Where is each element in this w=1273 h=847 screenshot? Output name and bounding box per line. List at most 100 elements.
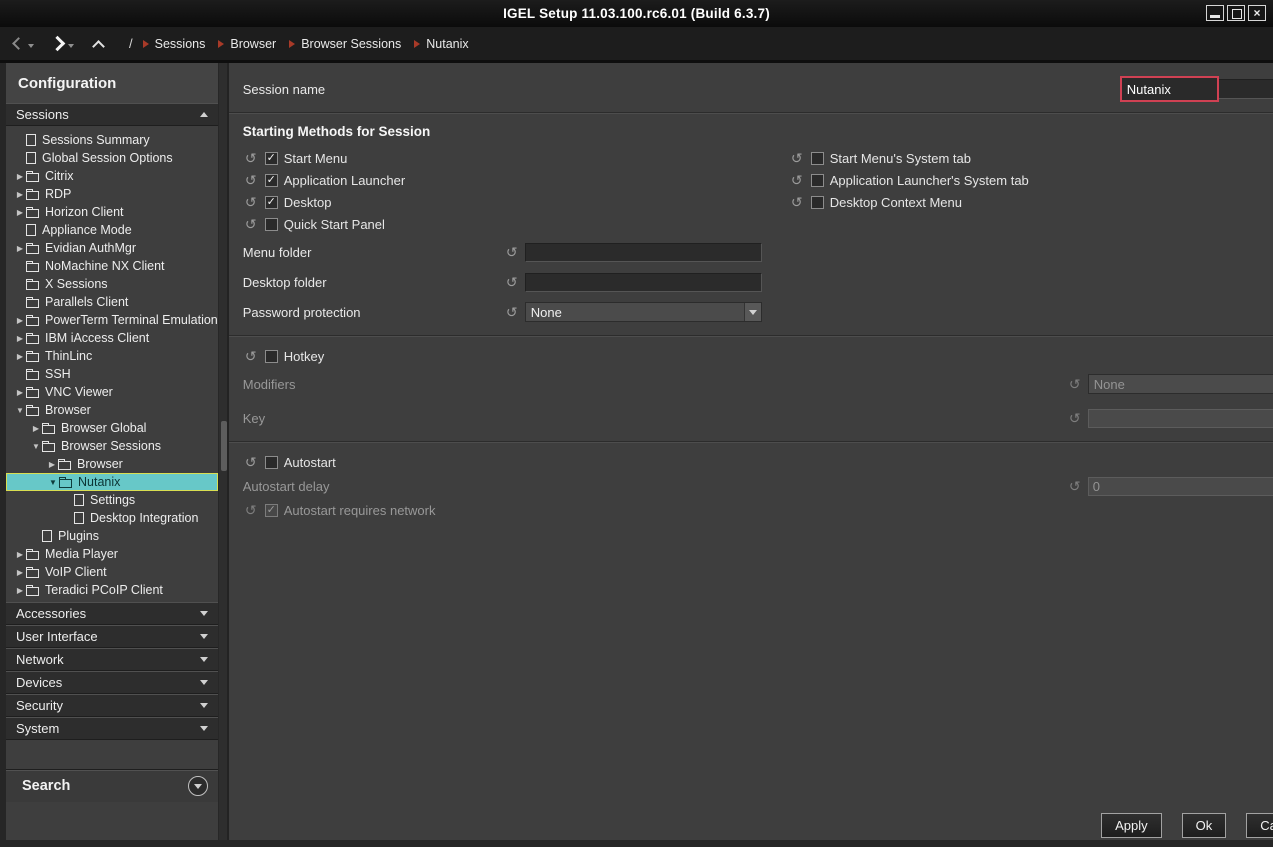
up-button[interactable] [94,39,103,48]
back-history-dropdown-icon[interactable] [28,44,34,48]
minimize-button[interactable] [1206,5,1224,21]
reset-icon[interactable]: ↺ [243,217,259,231]
tree-item[interactable]: Media Player [6,545,218,563]
scrollbar-track[interactable] [218,63,229,840]
sidebar-section[interactable]: User Interface [6,625,218,648]
reset-icon[interactable]: ↺ [504,275,520,289]
autostart-checkbox[interactable] [265,456,278,469]
sidebar-section[interactable]: System [6,717,218,740]
scrollbar-thumb[interactable] [221,421,227,471]
tree-item[interactable]: IBM iAccess Client [6,329,218,347]
expander-icon[interactable] [47,478,59,487]
hotkey-checkbox[interactable] [265,350,278,363]
menu-folder-input[interactable] [525,243,762,262]
forward-button[interactable] [52,38,63,49]
expander-icon[interactable] [14,316,26,325]
session-name-input[interactable]: Nutanix [1121,79,1273,99]
tree-item[interactable]: VNC Viewer [6,383,218,401]
checkbox[interactable] [811,174,824,187]
tree-item[interactable]: Browser Global [6,419,218,437]
tree-item[interactable]: Nutanix [6,473,218,491]
tree-item[interactable]: Teradici PCoIP Client [6,581,218,599]
search-expand-button[interactable] [188,776,208,796]
ok-button[interactable]: Ok [1182,813,1227,838]
expander-icon[interactable] [14,406,26,415]
expander-icon[interactable] [14,550,26,559]
expander-icon[interactable] [30,424,42,433]
sidebar-section[interactable]: Accessories [6,602,218,625]
tree-item[interactable]: Browser Sessions [6,437,218,455]
expander-icon[interactable] [14,352,26,361]
expander-icon[interactable] [14,172,26,181]
reset-icon[interactable]: ↺ [243,455,259,469]
chevron-down-icon[interactable] [744,303,761,321]
reset-icon[interactable]: ↺ [504,245,520,259]
expander-icon[interactable] [14,388,26,397]
expander-icon[interactable] [14,190,26,199]
checkbox[interactable] [811,152,824,165]
tree-item[interactable]: Plugins [6,527,218,545]
tree-item[interactable]: Citrix [6,167,218,185]
expander-icon[interactable] [14,334,26,343]
breadcrumb-item[interactable]: Browser Sessions [289,37,401,51]
checkbox[interactable] [811,196,824,209]
checkbox[interactable] [265,174,278,187]
reset-icon[interactable]: ↺ [243,173,259,187]
tree-item[interactable]: Global Session Options [6,149,218,167]
cancel-button[interactable]: Cancel [1246,813,1273,838]
tree-item[interactable]: PowerTerm Terminal Emulation [6,311,218,329]
reset-icon[interactable]: ↺ [1067,411,1083,425]
breadcrumb-item[interactable]: Nutanix [414,37,468,51]
tree-item[interactable]: Browser [6,401,218,419]
sidebar-section[interactable]: Network [6,648,218,671]
tree-item[interactable]: Parallels Client [6,293,218,311]
reset-icon[interactable]: ↺ [1067,479,1083,493]
key-input[interactable] [1088,409,1273,428]
autostart-requires-network-checkbox[interactable] [265,504,278,517]
tree-item[interactable]: Sessions Summary [6,131,218,149]
tree-item[interactable]: VoIP Client [6,563,218,581]
expander-icon[interactable] [14,208,26,217]
reset-icon[interactable]: ↺ [243,349,259,363]
forward-history-dropdown-icon[interactable] [68,44,74,48]
reset-icon[interactable]: ↺ [789,151,805,165]
checkbox[interactable] [265,196,278,209]
breadcrumb-item[interactable]: Browser [218,37,276,51]
tree-item[interactable]: Browser [6,455,218,473]
close-button[interactable]: × [1248,5,1266,21]
breadcrumb-item[interactable]: Sessions [143,37,206,51]
expander-icon[interactable] [14,244,26,253]
password-protection-select[interactable]: None [525,302,762,322]
expander-icon[interactable] [14,568,26,577]
reset-icon[interactable]: ↺ [1067,377,1083,391]
reset-icon[interactable]: ↺ [243,195,259,209]
tree-item[interactable]: ThinLinc [6,347,218,365]
checkbox[interactable] [265,152,278,165]
reset-icon[interactable]: ↺ [789,173,805,187]
back-button[interactable] [14,39,23,48]
modifiers-select[interactable]: None [1088,374,1273,394]
autostart-delay-input[interactable] [1088,477,1273,496]
reset-icon[interactable]: ↺ [243,503,259,517]
expander-icon[interactable] [46,460,58,469]
reset-icon[interactable]: ↺ [504,305,520,319]
tree-item[interactable]: X Sessions [6,275,218,293]
reset-icon[interactable]: ↺ [243,151,259,165]
tree-item[interactable]: Evidian AuthMgr [6,239,218,257]
tree-item[interactable]: Desktop Integration [6,509,218,527]
reset-icon[interactable]: ↺ [789,195,805,209]
expander-icon[interactable] [30,442,42,451]
tree-item[interactable]: NoMachine NX Client [6,257,218,275]
tree-item[interactable]: Settings [6,491,218,509]
expander-icon[interactable] [14,586,26,595]
apply-button[interactable]: Apply [1101,813,1162,838]
checkbox[interactable] [265,218,278,231]
maximize-button[interactable] [1227,5,1245,21]
sidebar-section[interactable]: Devices [6,671,218,694]
sidebar-section[interactable]: Security [6,694,218,717]
sidebar-section-sessions[interactable]: Sessions [6,103,218,126]
tree-item[interactable]: SSH [6,365,218,383]
tree-item[interactable]: RDP [6,185,218,203]
desktop-folder-input[interactable] [525,273,762,292]
tree-item[interactable]: Appliance Mode [6,221,218,239]
